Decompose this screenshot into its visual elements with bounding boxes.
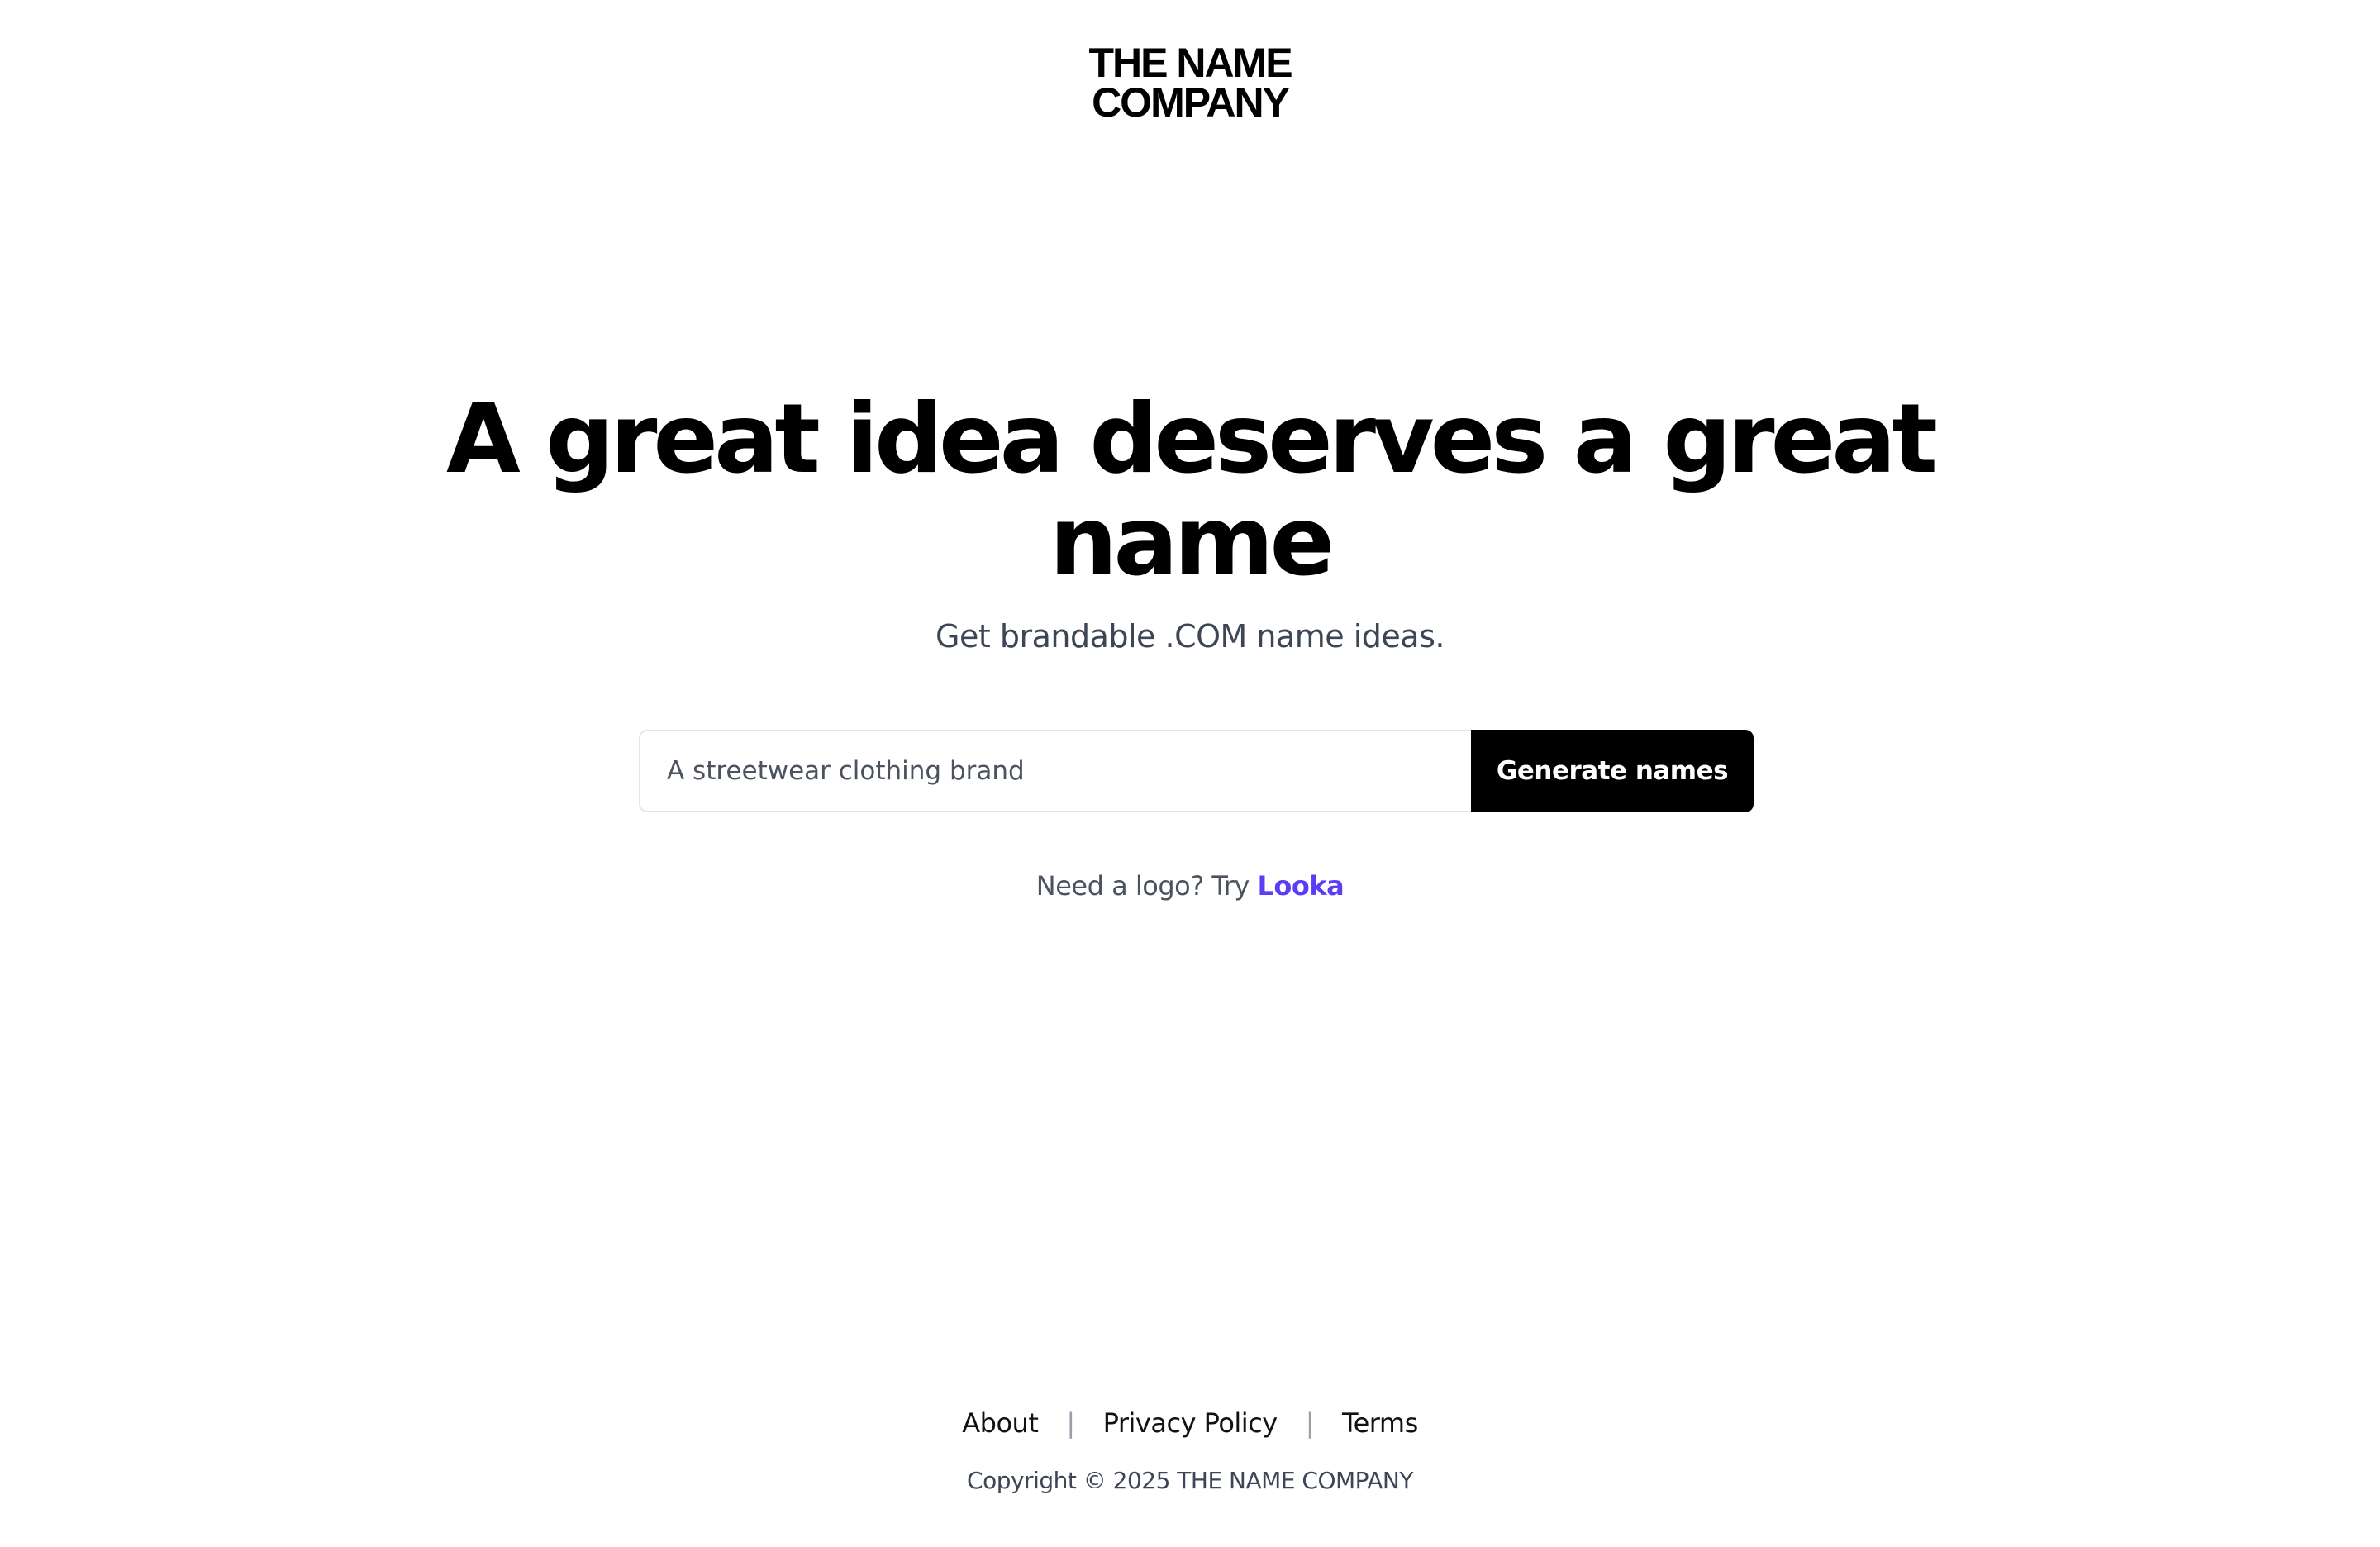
page-headline: A great idea deserves a great name (446, 383, 1938, 597)
footer-separator: | (1305, 1407, 1315, 1439)
footer-separator: | (1066, 1407, 1075, 1439)
logo-line-1: THE NAME (1088, 40, 1292, 86)
brand-logo[interactable]: THE NAME COMPANY (0, 40, 2380, 126)
logo-hint: Need a logo? Try Looka (0, 868, 2380, 904)
looka-link[interactable]: Looka (1257, 870, 1344, 902)
footer-links: About | Privacy Policy | Terms (0, 1405, 2380, 1441)
idea-input[interactable] (639, 730, 1471, 812)
footer-link-about[interactable]: About (962, 1405, 1039, 1441)
generate-names-button[interactable]: Generate names (1471, 730, 1754, 812)
logo-hint-text: Need a logo? Try (1035, 870, 1258, 902)
footer-link-terms[interactable]: Terms (1342, 1405, 1418, 1441)
hero-section: A great idea deserves a great name Get b… (0, 388, 2380, 656)
page-subtitle: Get brandable .COM name ideas. (935, 618, 1445, 654)
copyright-text: Copyright © 2025 THE NAME COMPANY (967, 1467, 1413, 1494)
footer-link-privacy-policy[interactable]: Privacy Policy (1103, 1405, 1278, 1441)
name-search-form: Generate names (639, 730, 1754, 812)
footer: About | Privacy Policy | Terms Copyright… (0, 1405, 2380, 1496)
logo-line-2: COMPANY (1092, 79, 1290, 126)
